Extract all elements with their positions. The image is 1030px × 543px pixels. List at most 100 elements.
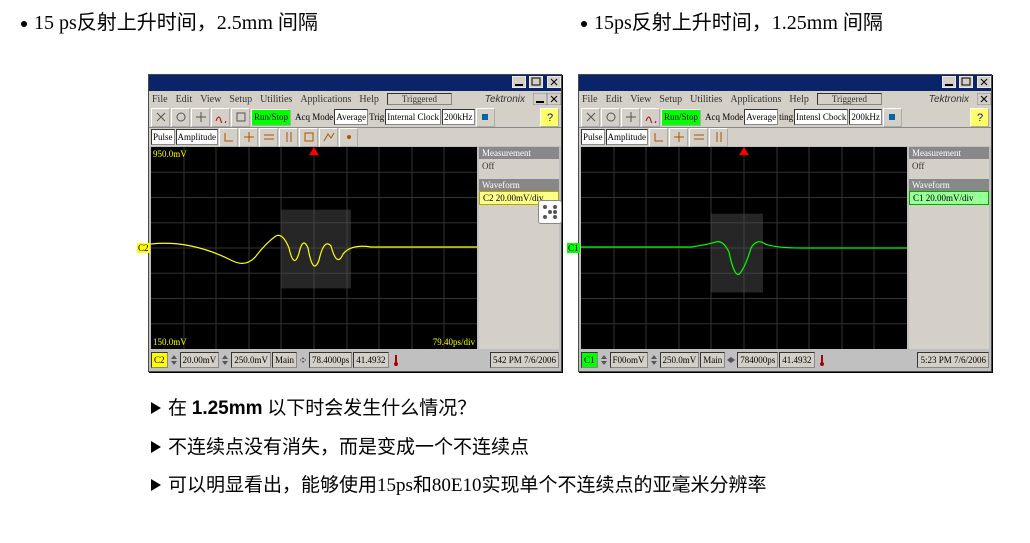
y-top-label: 950.0mV [153,149,187,159]
close-icon[interactable] [977,76,991,88]
mode-select[interactable]: Average [334,109,368,125]
run-stop-button[interactable]: Run/Stop [251,109,291,126]
left-right-icon[interactable] [298,353,308,367]
y-bot-label: 150.0mV [153,337,187,347]
amp-select[interactable]: Amplitude [606,129,649,145]
trigger-status: Triggered [387,93,452,105]
tool-icon[interactable] [476,108,495,127]
up-down-icon[interactable] [220,353,230,367]
tool-icon[interactable] [211,108,230,127]
cursor-icon[interactable] [299,128,318,147]
pulse-select[interactable]: Pulse [151,129,175,145]
list-item: 不连续点没有消失，而是变成一个不连续点 [150,434,767,463]
close-icon[interactable] [547,93,561,105]
status-clock: 542 PM 7/6/2006 [490,352,559,368]
status-clock: 5:23 PM 7/6/2006 [917,352,989,368]
svg-text:?: ? [547,112,553,123]
cursor-icon[interactable] [709,128,728,147]
waveform-entry[interactable]: C1 20.00mV/div [909,191,989,205]
status-vdiv: F00omV [610,352,648,368]
tool-icon[interactable] [231,108,250,127]
rate-select[interactable]: 200kHz [849,109,882,125]
cursor-icon[interactable] [279,128,298,147]
minimize-icon[interactable] [533,93,547,105]
tool-icon[interactable] [601,108,620,127]
triangle-bullet-icon [150,478,162,492]
titlebar [579,75,991,91]
clock-select[interactable]: Intensl Cbock [794,109,848,125]
cursor-icon[interactable] [239,128,258,147]
cursor-icon[interactable] [319,128,338,147]
thermo-icon [816,354,828,366]
timebase-label: 79.40ps/div [433,337,475,347]
up-down-icon[interactable] [599,353,609,367]
dice-icon [538,200,562,224]
side-panel: Measurement Off Waveform C1 20.00mV/div [909,147,989,349]
status-time: 78.4000ps [309,352,352,368]
meas-header: Measurement [909,147,989,159]
tool-icon[interactable] [883,108,902,127]
pulse-select[interactable]: Pulse [581,129,605,145]
tool-icon[interactable] [641,108,660,127]
up-down-icon[interactable] [169,353,179,367]
wave-header: Waveform [909,179,989,191]
amp-select[interactable]: Amplitude [176,129,219,145]
channel-tag: C1 [567,243,580,253]
caption-left: 15 ps反射上升时间，2.5mm 间隔 [20,6,318,35]
document-page: 15 ps反射上升时间，2.5mm 间隔 15ps反射上升时间，1.25mm 间… [0,0,1030,543]
scope-window-left: FileEditViewSetupUtilitiesApplicationsHe… [148,74,562,372]
tool-icon[interactable] [171,108,190,127]
cursor-icon[interactable] [689,128,708,147]
menubar[interactable]: FileEditViewSetupUtilitiesApplicationsHe… [149,91,561,107]
triangle-bullet-icon [150,401,162,415]
up-down-icon[interactable] [649,353,659,367]
status-main[interactable]: Main [272,352,297,368]
tool-icon[interactable] [581,108,600,127]
rate-select[interactable]: 200kHz [442,109,475,125]
window-buttons[interactable] [511,76,562,91]
cursor-icon[interactable] [259,128,278,147]
status-offset: 250.0mV [231,352,271,368]
close-icon[interactable] [977,93,991,105]
tool-icon[interactable] [191,108,210,127]
status-ch[interactable]: C2 [151,352,168,368]
run-stop-button[interactable]: Run/Stop [661,109,701,126]
list-item: 在 1.25mm 以下时会发生什么情况？ [150,395,767,424]
maximize-icon[interactable] [959,76,973,88]
minimize-icon[interactable] [512,76,526,88]
maximize-icon[interactable] [529,76,543,88]
meas-off: Off [909,159,989,173]
status-ch[interactable]: C1 [581,352,598,368]
toolbar-2[interactable]: Pulse Amplitude [579,127,991,146]
minimize-icon[interactable] [942,76,956,88]
status-vdiv: 20.00mV [180,352,220,368]
cursor-icon[interactable] [339,128,358,147]
tool-icon[interactable] [151,108,170,127]
scope-window-right: FileEditViewSetupUtilitiesApplicationsHe… [578,74,992,372]
status-res: 41.4932 [779,352,814,368]
help-icon[interactable]: ? [540,108,559,127]
status-offset: 250.0mV [660,352,700,368]
meas-header: Measurement [479,147,559,159]
menubar[interactable]: FileEditViewSetupUtilitiesApplicationsHe… [579,91,991,107]
left-right-icon[interactable] [726,353,736,367]
clock-select[interactable]: Internal Clock [385,109,441,125]
status-main[interactable]: Main [700,352,725,368]
cursor-icon[interactable] [669,128,688,147]
wave-header: Waveform [479,179,559,191]
tool-icon[interactable] [621,108,640,127]
window-buttons[interactable] [941,76,992,91]
cursor-icon[interactable] [649,128,668,147]
channel-tag: C2 [137,243,150,253]
toolbar-2[interactable]: Pulse Amplitude [149,127,561,146]
trig-label: ting [779,112,793,122]
toolbar-1[interactable]: Run/Stop Acq Mode Average Trig Internal … [149,107,561,127]
close-icon[interactable] [547,76,561,88]
cursor-icon[interactable] [219,128,238,147]
mode-select[interactable]: Average [744,109,778,125]
help-icon[interactable]: ? [970,108,989,127]
triangle-bullet-icon [150,440,162,454]
toolbar-1[interactable]: Run/Stop Acq Mode Average ting Intensl C… [579,107,991,127]
status-bar: C2 20.00mV 250.0mV Main 78.4000ps 41.493… [151,351,559,369]
status-res: 41.4932 [353,352,388,368]
